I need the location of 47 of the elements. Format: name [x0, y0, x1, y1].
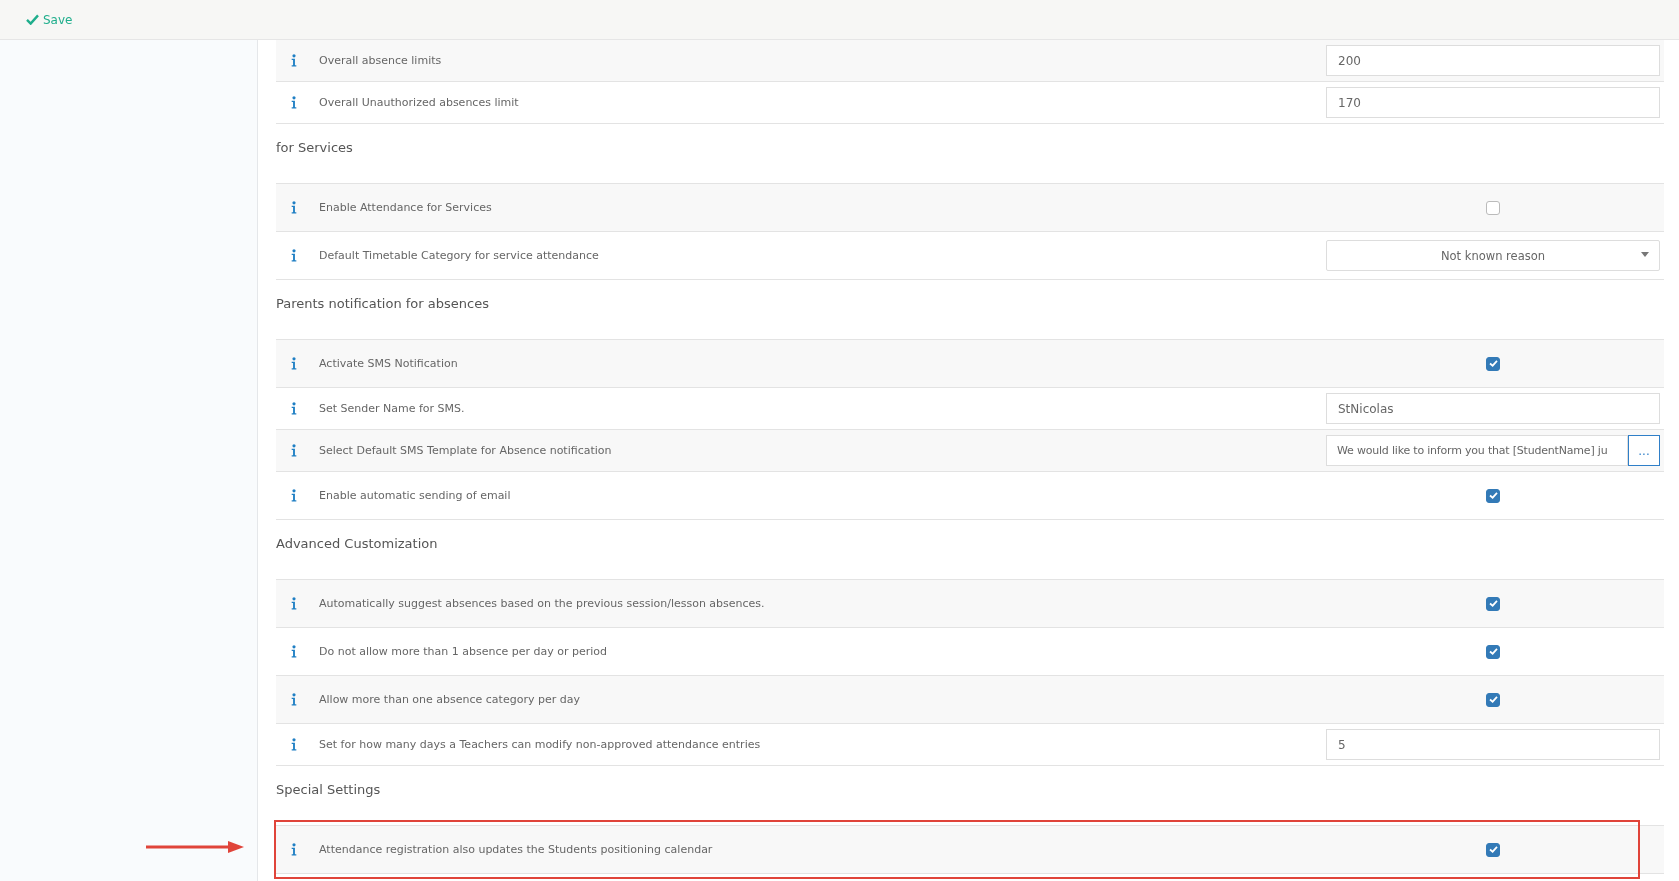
setting-label: Set Sender Name for SMS. [319, 402, 466, 415]
info-icon[interactable] [291, 645, 297, 658]
checkbox[interactable] [1486, 692, 1500, 707]
info-icon[interactable] [291, 693, 297, 706]
dropdown[interactable]: Not known reason [1326, 240, 1660, 271]
info-icon[interactable] [291, 444, 297, 457]
checkbox[interactable] [1486, 356, 1500, 371]
setting-label: Attendance registration also updates the Students positioning calendar [319, 843, 714, 856]
setting-label: Do not allow more than 1 absence per day or period [319, 645, 609, 658]
checkbox[interactable] [1486, 200, 1500, 215]
check-icon [26, 14, 39, 25]
checkbox[interactable] [1486, 842, 1500, 857]
checkbox[interactable] [1486, 596, 1500, 611]
setting-label: Overall Unauthorized absences limit [319, 96, 520, 109]
setting-label: Default Timetable Category for service attendance [319, 249, 600, 262]
info-icon[interactable] [291, 597, 297, 610]
input-field[interactable]: We would like to inform you that [StudentName] ju [1326, 435, 1628, 466]
info-icon[interactable] [291, 201, 297, 214]
section-heading: Special Settings [276, 781, 382, 799]
section-heading: Parents notification for absences [276, 295, 490, 313]
info-icon[interactable] [291, 357, 297, 370]
info-icon[interactable] [291, 489, 297, 502]
setting-label: Enable Attendance for Services [319, 201, 493, 214]
input-field[interactable]: 170 [1326, 87, 1660, 118]
setting-label: Activate SMS Notification [319, 357, 459, 370]
input-field[interactable]: StNicolas [1326, 393, 1660, 424]
setting-label: Select Default SMS Template for Absence notification [319, 444, 613, 457]
info-icon[interactable] [291, 738, 297, 751]
input-field[interactable]: 5 [1326, 729, 1660, 760]
setting-label: Allow more than one absence category per day [319, 693, 581, 706]
checkbox[interactable] [1486, 644, 1500, 659]
setting-label: Overall absence limits [319, 54, 443, 67]
info-icon[interactable] [291, 249, 297, 262]
checkbox[interactable] [1486, 488, 1500, 503]
setting-label: Enable automatic sending of email [319, 489, 512, 502]
section-heading: Advanced Customization [276, 535, 439, 553]
info-icon[interactable] [291, 54, 297, 67]
arrow-icon [146, 840, 244, 854]
info-icon[interactable] [291, 402, 297, 415]
info-icon[interactable] [291, 96, 297, 109]
caret-icon [1641, 252, 1649, 257]
browse-button[interactable]: ... [1628, 435, 1660, 466]
section-heading: for Services [276, 139, 354, 157]
input-field[interactable]: 200 [1326, 45, 1660, 76]
setting-label: Automatically suggest absences based on the previous session/lesson absences. [319, 597, 766, 610]
info-icon[interactable] [291, 843, 297, 856]
setting-label: Set for how many days a Teachers can modify non-approved attendance entries [319, 738, 762, 751]
